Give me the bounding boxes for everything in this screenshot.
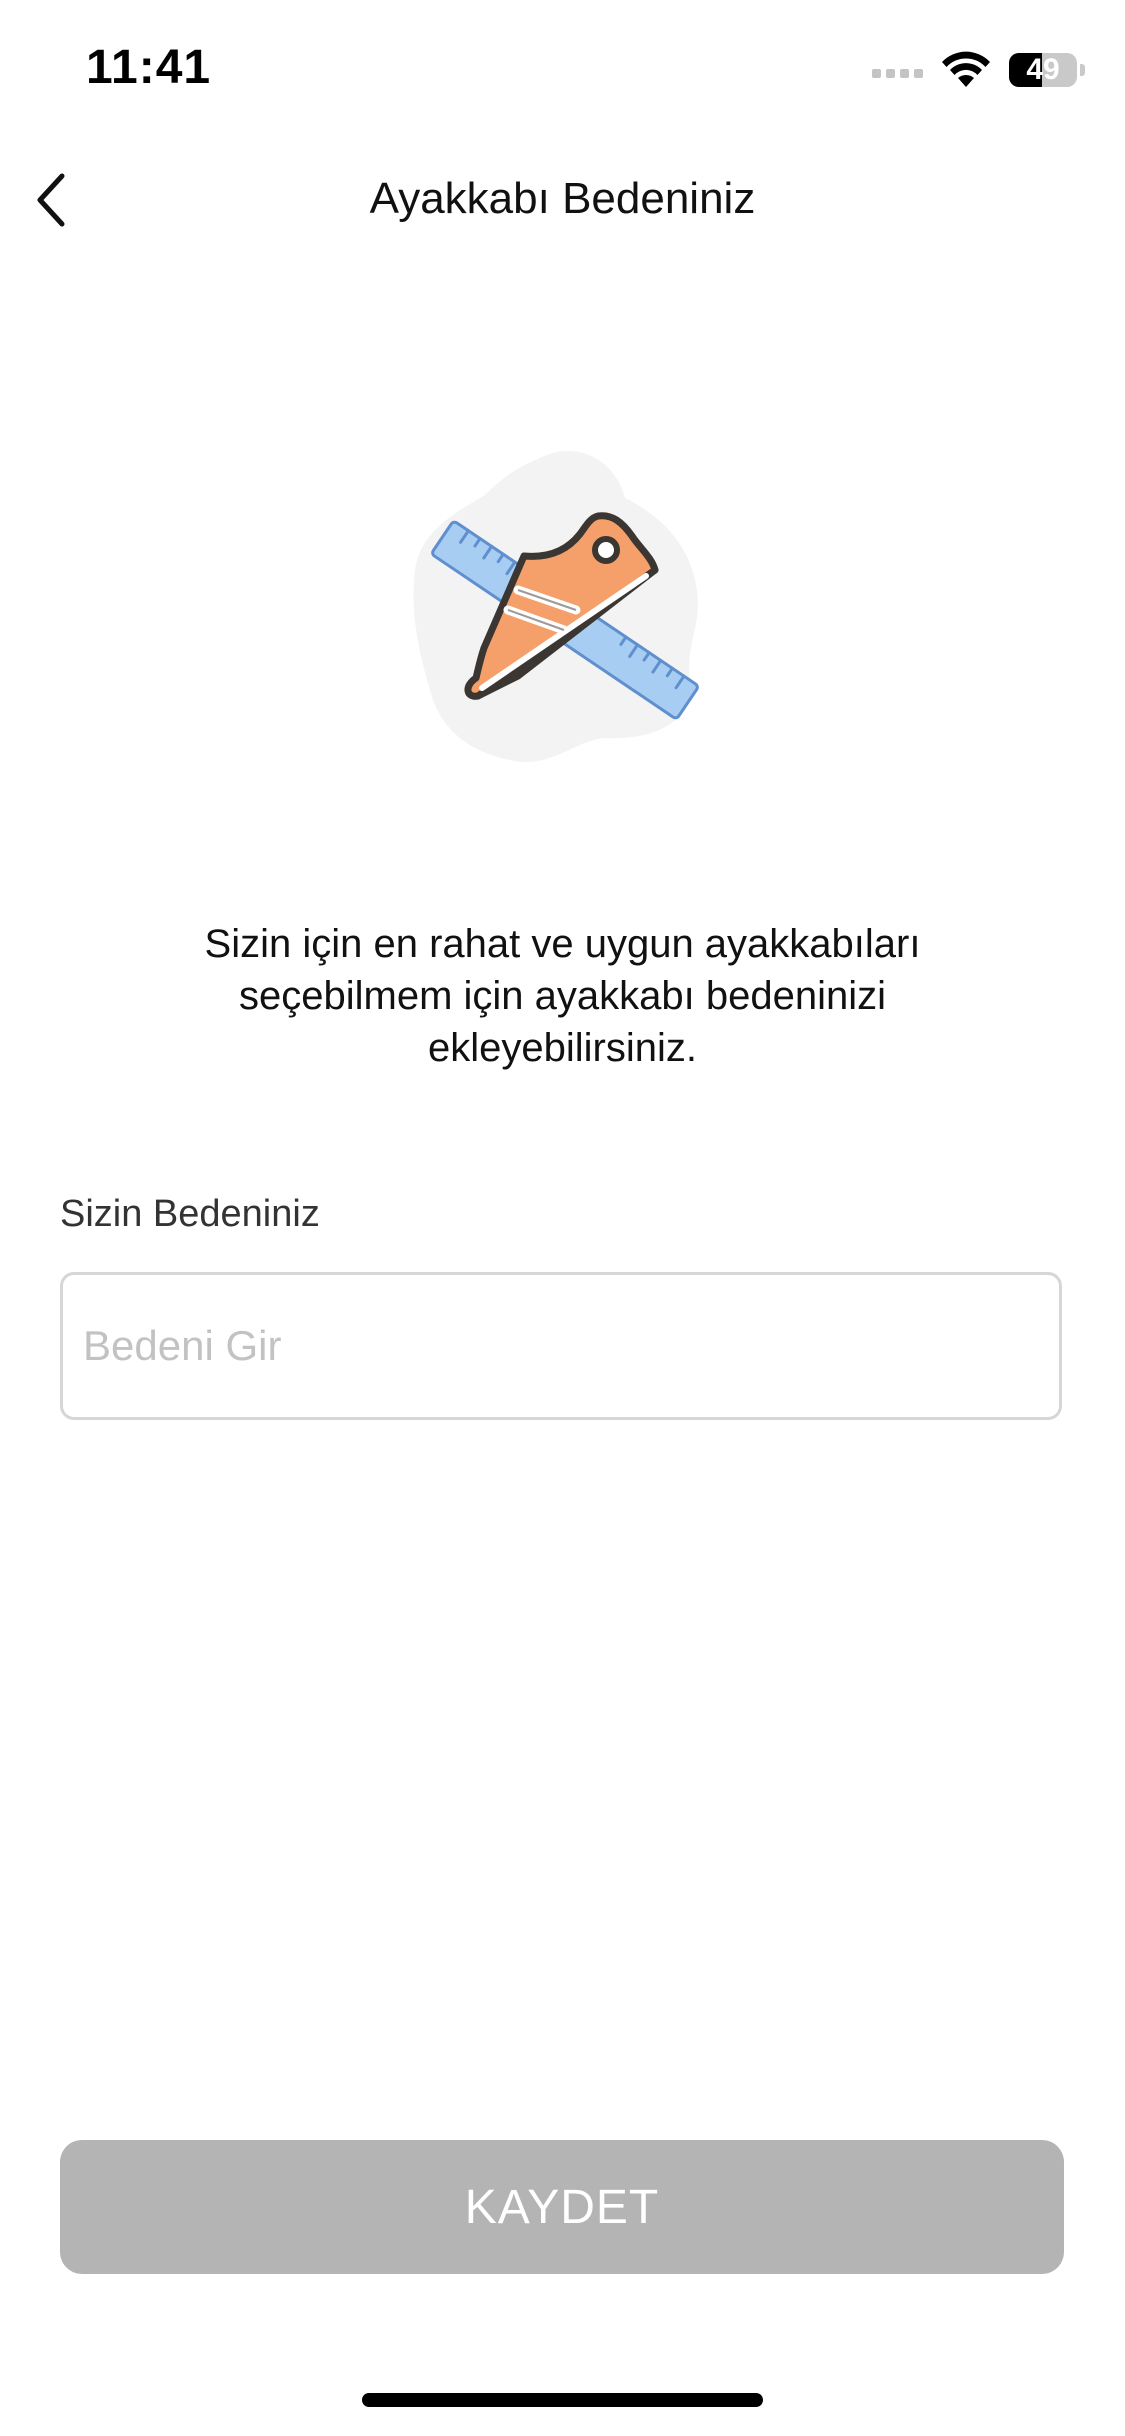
description-text: Sizin için en rahat ve uygun ayakkabılar… xyxy=(204,922,921,1070)
battery-icon: 49 xyxy=(1009,53,1085,87)
shoe-ruler-illustration xyxy=(413,451,699,763)
status-time: 11:41 xyxy=(86,41,212,94)
size-field-label: Sizin Bedeniniz xyxy=(60,1193,320,1235)
status-bar: 11:41 49 xyxy=(0,0,1125,140)
battery-percent: 49 xyxy=(1026,53,1060,86)
save-button[interactable]: KAYDET xyxy=(60,2140,1064,2274)
status-indicators: 49 xyxy=(872,50,1085,90)
nav-header: Ayakkabı Bedeniniz xyxy=(0,150,1125,250)
size-input[interactable] xyxy=(60,1272,1062,1420)
home-indicator xyxy=(362,2393,763,2407)
cellular-signal-icon xyxy=(872,62,923,78)
wifi-icon xyxy=(942,51,990,87)
page-title: Ayakkabı Bedeniniz xyxy=(369,174,756,223)
